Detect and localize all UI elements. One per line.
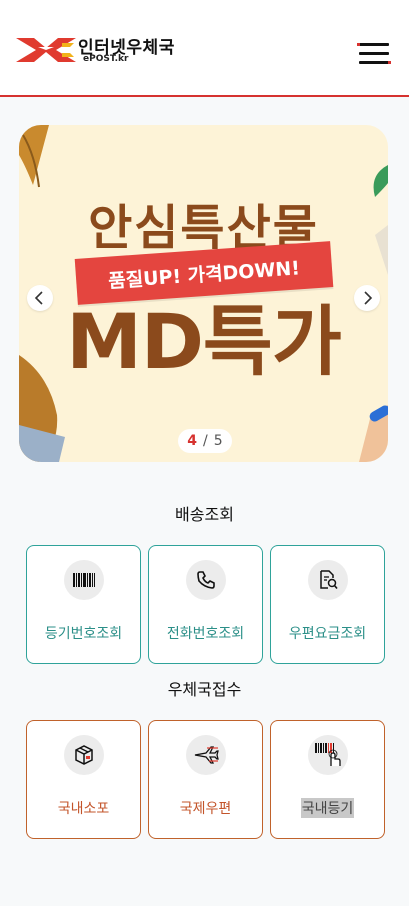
chevron-left-icon[interactable]	[27, 285, 53, 311]
section-title-reception: 우체국접수	[167, 680, 242, 699]
domestic-parcel-label: 국내소포	[57, 801, 110, 817]
logo[interactable]: 인터넷우체국 ePOST.kr	[16, 33, 186, 67]
domestic-registered-label: 국내등기	[300, 798, 355, 818]
chevron-right-icon[interactable]	[354, 285, 380, 311]
slide-separator: /	[203, 433, 208, 449]
phone-tracking-label: 전화번호조회	[166, 626, 245, 642]
international-mail-button[interactable]: 국제우편	[148, 720, 263, 839]
tracking-number-button[interactable]: 등기번호조회	[26, 545, 141, 664]
barcode-touch-icon	[307, 735, 348, 775]
header: 인터넷우체국 ePOST.kr	[0, 0, 409, 97]
parcel-box-icon	[63, 735, 104, 775]
site-subtitle: ePOST.kr	[83, 54, 129, 64]
section-title-delivery: 배송조회	[175, 505, 234, 524]
banner-title: 안심특산물	[88, 200, 319, 256]
total-slides: 5	[213, 433, 223, 449]
banner-headline: MD특가	[66, 297, 342, 386]
slide-pager: 4 / 5	[178, 429, 232, 453]
international-mail-label: 국제우편	[179, 801, 232, 817]
current-slide: 4	[187, 433, 198, 449]
postage-lookup-button[interactable]: 우편요금조회	[270, 545, 385, 664]
promo-banner[interactable]: 안심특산물 품질UP! 가격DOWN! MD특가 4 / 5	[19, 125, 388, 462]
airplane-mail-icon	[185, 735, 226, 775]
domestic-registered-button[interactable]: 국내등기	[270, 720, 385, 839]
barcode-icon	[63, 560, 104, 600]
phone-tracking-button[interactable]: 전화번호조회	[148, 545, 263, 664]
document-search-icon	[307, 560, 348, 600]
domestic-parcel-button[interactable]: 국내소포	[26, 720, 141, 839]
epost-logo-icon	[16, 38, 76, 62]
tracking-number-label: 등기번호조회	[44, 626, 123, 642]
hamburger-menu-icon[interactable]	[357, 41, 391, 65]
postage-lookup-label: 우편요금조회	[288, 626, 367, 642]
phone-icon	[185, 560, 226, 600]
